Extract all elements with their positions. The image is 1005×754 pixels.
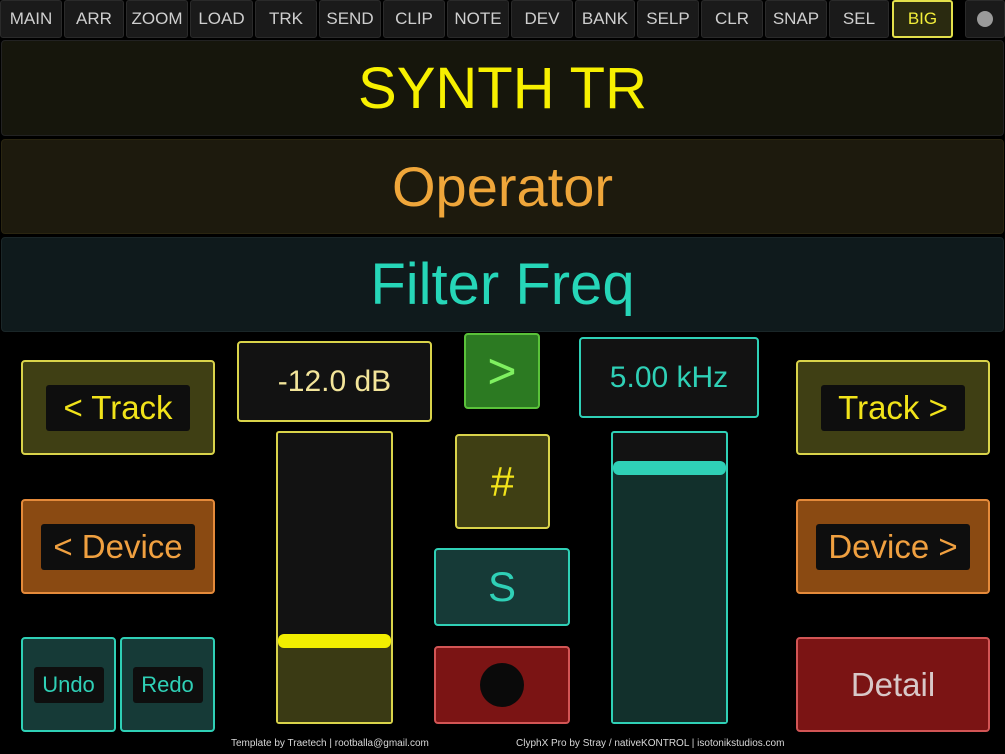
redo-button[interactable]: Redo: [120, 637, 215, 732]
param-readout-text: 5.00 kHz: [609, 360, 729, 394]
hash-button[interactable]: #: [455, 434, 550, 529]
param-readout: 5.00 kHz: [579, 337, 759, 418]
prev-device-button[interactable]: < Device: [21, 499, 215, 594]
prev-device-label: < Device: [41, 523, 195, 570]
solo-button[interactable]: S: [434, 548, 570, 626]
next-device-label: Device >: [816, 523, 970, 570]
next-track-button[interactable]: Track >: [796, 360, 990, 455]
tab-dev[interactable]: DEV: [511, 0, 573, 38]
tab-zoom[interactable]: ZOOM: [126, 0, 188, 38]
next-track-label: Track >: [821, 384, 965, 431]
tab-note[interactable]: NOTE: [447, 0, 509, 38]
clyphx-credit: ClyphX Pro by Stray / nativeKONTROL | is…: [516, 738, 785, 749]
detail-button[interactable]: Detail: [796, 637, 990, 732]
undo-button[interactable]: Undo: [21, 637, 116, 732]
volume-readout: -12.0 dB: [237, 341, 432, 422]
tab-load[interactable]: LOAD: [190, 0, 253, 38]
volume-fader-fill: [278, 641, 391, 722]
volume-readout-text: -12.0 dB: [277, 364, 392, 398]
volume-fader-handle[interactable]: [278, 634, 391, 649]
param-fader-handle[interactable]: [613, 460, 726, 475]
parameter-name-display: Filter Freq: [1, 237, 1004, 332]
hash-icon: #: [490, 457, 515, 505]
tab-main[interactable]: MAIN: [0, 0, 62, 38]
prev-track-button[interactable]: < Track: [21, 360, 215, 455]
dot-icon: [977, 11, 993, 27]
menu-dot-button[interactable]: [965, 0, 1005, 38]
tab-snap[interactable]: SNAP: [765, 0, 827, 38]
tab-selp[interactable]: SELP: [637, 0, 699, 38]
undo-label: Undo: [33, 666, 104, 703]
solo-label: S: [487, 563, 516, 610]
prev-track-label: < Track: [46, 384, 190, 431]
param-fader[interactable]: [611, 431, 728, 724]
detail-label: Detail: [850, 665, 936, 703]
tab-bank[interactable]: BANK: [575, 0, 635, 38]
tab-clip[interactable]: CLIP: [383, 0, 445, 38]
redo-label: Redo: [132, 666, 203, 703]
template-credit: Template by Traetech | rootballa@gmail.c…: [231, 738, 429, 749]
param-fader-fill: [613, 467, 726, 722]
next-device-button[interactable]: Device >: [796, 499, 990, 594]
tab-arr[interactable]: ARR: [64, 0, 124, 38]
record-icon: [480, 663, 524, 707]
next-arrow-button[interactable]: >: [464, 333, 540, 409]
tab-send[interactable]: SEND: [319, 0, 381, 38]
tab-clr[interactable]: CLR: [701, 0, 763, 38]
tab-big[interactable]: BIG: [892, 0, 953, 38]
arrow-icon: >: [487, 343, 517, 399]
record-button[interactable]: [434, 646, 570, 724]
tab-trk[interactable]: TRK: [255, 0, 317, 38]
track-name-display: SYNTH TR: [1, 40, 1004, 136]
tab-sel[interactable]: SEL: [829, 0, 889, 38]
device-name-display: Operator: [1, 139, 1004, 234]
volume-fader[interactable]: [276, 431, 393, 724]
